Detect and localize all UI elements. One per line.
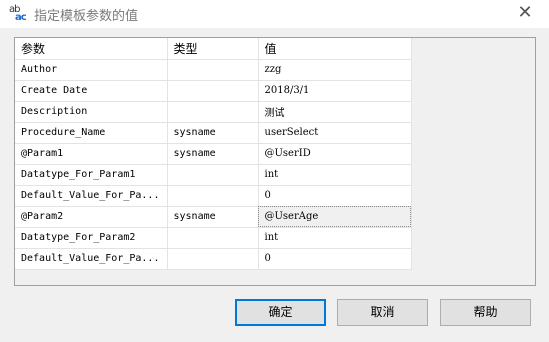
param-name-cell: Datatype_For_Param2 — [15, 227, 168, 249]
table-row: Author zzg — [15, 59, 412, 81]
cancel-button[interactable]: 取消 — [337, 299, 428, 326]
table-row: Description 测试 — [15, 101, 412, 123]
param-name-cell: @Param1 — [15, 143, 168, 165]
parameter-table: 参数 类型 值 Author zzg Create Date 2018/3/1 … — [15, 38, 412, 270]
app-icon-ac-glyph: ac — [15, 12, 27, 23]
param-value-cell[interactable]: @UserID — [258, 143, 412, 165]
param-type-cell: sysname — [167, 143, 259, 165]
table-row: Default_Value_For_Pa... 0 — [15, 185, 412, 207]
title-bar: ab ac 指定模板参数的值 ✕ — [0, 0, 549, 28]
help-button[interactable]: 帮助 — [440, 299, 531, 326]
param-type-cell — [167, 101, 259, 123]
param-value-cell[interactable]: 0 — [258, 248, 412, 270]
app-icon: ab ac — [9, 4, 29, 24]
param-name-cell: Default_Value_For_Pa... — [15, 185, 168, 207]
parameter-rows: Author zzg Create Date 2018/3/1 Descript… — [15, 59, 412, 270]
table-row: @Param1 sysname @UserID — [15, 143, 412, 165]
param-type-cell — [167, 80, 259, 102]
param-name-cell: Author — [15, 59, 168, 81]
param-type-cell — [167, 248, 259, 270]
param-name-cell: Create Date — [15, 80, 168, 102]
column-header-type[interactable]: 类型 — [167, 38, 259, 60]
param-value-cell-focused[interactable]: @UserAge — [258, 206, 412, 228]
window-title: 指定模板参数的值 — [34, 9, 139, 24]
table-row: Procedure_Name sysname userSelect — [15, 122, 412, 144]
close-icon[interactable]: ✕ — [507, 0, 543, 28]
param-value-cell[interactable]: 0 — [258, 185, 412, 207]
table-row: Datatype_For_Param1 int — [15, 164, 412, 186]
header-row: 参数 类型 值 — [15, 38, 412, 60]
param-value-cell[interactable]: int — [258, 227, 412, 249]
param-value-cell[interactable]: userSelect — [258, 122, 412, 144]
param-type-cell — [167, 164, 259, 186]
param-value-cell[interactable]: zzg — [258, 59, 412, 81]
column-header-value[interactable]: 值 — [258, 38, 412, 60]
table-row: Default_Value_For_Pa... 0 — [15, 248, 412, 270]
param-value-cell[interactable]: 测试 — [258, 101, 412, 123]
table-row-selected: @Param2 sysname @UserAge — [15, 206, 412, 228]
parameter-grid: 参数 类型 值 Author zzg Create Date 2018/3/1 … — [14, 37, 536, 286]
param-type-cell — [167, 227, 259, 249]
table-row: Create Date 2018/3/1 — [15, 80, 412, 102]
param-name-cell: @Param2 — [15, 206, 168, 228]
param-type-cell: sysname — [167, 206, 259, 228]
param-name-cell: Procedure_Name — [15, 122, 168, 144]
param-value-cell[interactable]: 2018/3/1 — [258, 80, 412, 102]
table-row: Datatype_For_Param2 int — [15, 227, 412, 249]
ok-button[interactable]: 确定 — [235, 299, 326, 326]
param-type-cell — [167, 59, 259, 81]
column-header-param[interactable]: 参数 — [15, 38, 168, 60]
param-name-cell: Default_Value_For_Pa... — [15, 248, 168, 270]
param-name-cell: Description — [15, 101, 168, 123]
param-name-cell: Datatype_For_Param1 — [15, 164, 168, 186]
param-type-cell: sysname — [167, 122, 259, 144]
param-type-cell — [167, 185, 259, 207]
param-value-cell[interactable]: int — [258, 164, 412, 186]
